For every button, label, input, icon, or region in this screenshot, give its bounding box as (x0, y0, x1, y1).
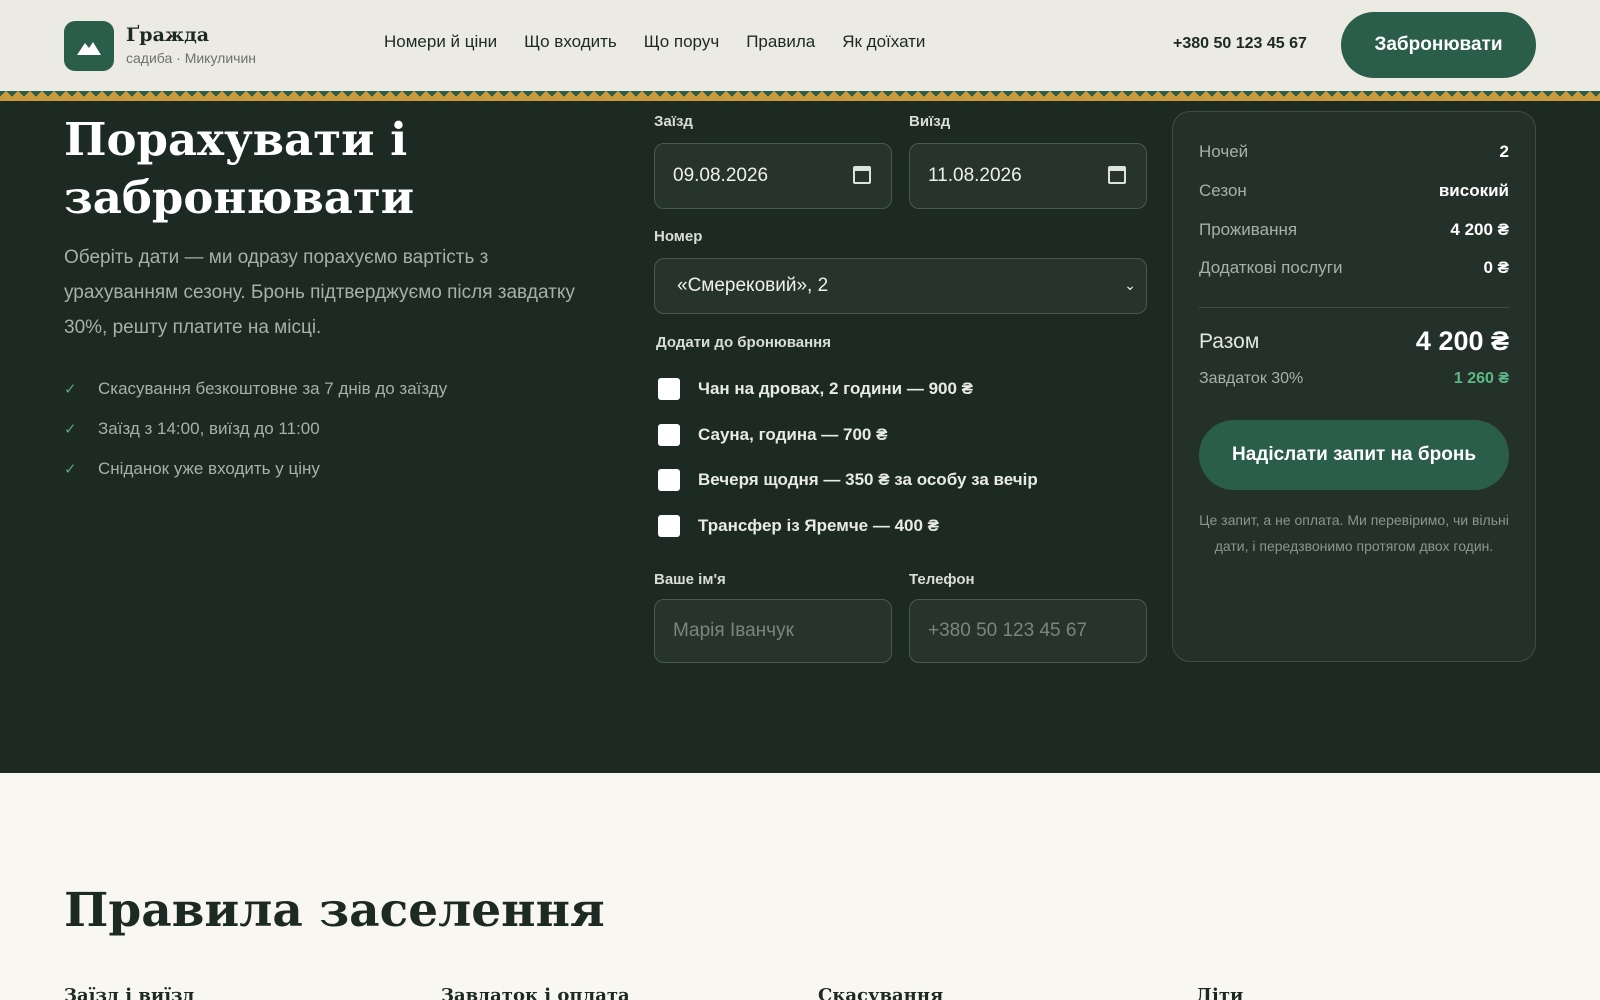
list-item: ✓ Сніданок уже входить у ціну (64, 459, 320, 478)
summary-divider (1199, 307, 1509, 308)
nav-directions[interactable]: Як доїхати (842, 32, 925, 52)
phone-input[interactable]: +380 50 123 45 67 (909, 599, 1147, 663)
rule-col-checkin: Заїзд і виїзд (64, 985, 195, 1000)
nav-rules[interactable]: Правила (746, 32, 815, 52)
room-label: Номер (654, 228, 703, 245)
phone-label: Телефон (909, 571, 975, 588)
checkbox[interactable] (658, 378, 680, 400)
benefits-list: ✓ Скасування безкоштовне за 7 днів до заї… (64, 369, 447, 489)
checkout-date-input[interactable]: 11.08.2026 (909, 143, 1147, 209)
nav-rooms-prices[interactable]: Номери й ціни (384, 32, 497, 52)
summary-extras: Додаткові послуги 0 ₴ (1199, 258, 1509, 277)
summary-stay: Проживання 4 200 ₴ (1199, 220, 1509, 239)
list-item: ✓ Скасування безкоштовне за 7 днів до заї… (64, 379, 448, 398)
rules-title: Правила заселення (64, 883, 605, 938)
logo-mountain-icon[interactable] (64, 21, 114, 71)
price-summary-card: Ночей 2 Сезон високий Проживання 4 200 ₴ До… (1172, 111, 1536, 662)
checkbox[interactable] (658, 469, 680, 491)
room-select[interactable]: «Смерековий», 2 ⌄ (654, 258, 1147, 314)
extras-label: Додати до бронювання (656, 334, 831, 351)
book-button[interactable]: Забронювати (1341, 12, 1536, 78)
check-icon: ✓ (64, 381, 77, 398)
checkout-label: Виїзд (909, 113, 951, 130)
extra-hot-tub[interactable]: Чан на дровах, 2 години — 900 ₴ (658, 378, 973, 400)
calendar-icon[interactable] (853, 166, 871, 184)
checkbox[interactable] (658, 515, 680, 537)
brand-name[interactable]: Ґражда (126, 24, 209, 46)
extra-dinner[interactable]: Вечеря щодня — 350 ₴ за особу за вечір (658, 469, 1038, 491)
extra-sauna[interactable]: Сауна, година — 700 ₴ (658, 424, 887, 446)
checkin-date-input[interactable]: 09.08.2026 (654, 143, 892, 209)
site-header: Ґражда садиба · Микуличин Номери й ціни … (0, 0, 1600, 92)
ornament-divider (0, 91, 1600, 101)
nav-nearby[interactable]: Що поруч (644, 32, 719, 52)
header-phone[interactable]: +380 50 123 45 67 (1173, 35, 1307, 53)
summary-note: Це запит, а не оплата. Ми перевіримо, чи… (1199, 512, 1509, 554)
extra-transfer[interactable]: Трансфер із Яремче — 400 ₴ (658, 515, 939, 537)
checkbox[interactable] (658, 424, 680, 446)
booking-title: Порахувати і забронювати (64, 113, 415, 224)
brand-subtitle: садиба · Микуличин (126, 50, 256, 66)
summary-season: Сезон високий (1199, 181, 1509, 200)
check-icon: ✓ (64, 461, 77, 478)
chevron-down-icon: ⌄ (1124, 277, 1136, 293)
nav-included[interactable]: Що входить (524, 32, 617, 52)
rule-col-children: Діти (1196, 985, 1244, 1000)
calendar-icon[interactable] (1108, 166, 1126, 184)
booking-section: Порахувати і забронювати Оберіть дати — … (0, 101, 1600, 773)
summary-deposit: Завдаток 30% 1 260 ₴ (1199, 370, 1509, 387)
checkin-label: Заїзд (654, 113, 693, 130)
check-icon: ✓ (64, 421, 77, 438)
summary-total: Разом 4 200 ₴ (1199, 326, 1509, 356)
name-label: Ваше ім'я (654, 571, 726, 588)
booking-lead: Оберіть дати — ми одразу порахуємо варті… (64, 247, 575, 338)
send-request-button[interactable]: Надіслати запит на бронь (1199, 420, 1509, 490)
name-input[interactable]: Марія Іванчук (654, 599, 892, 663)
rule-col-payment: Завдаток і оплата (441, 985, 630, 1000)
summary-nights: Ночей 2 (1199, 142, 1509, 161)
main-nav: Номери й ціни Що входить Що поруч Правил… (384, 32, 952, 52)
list-item: ✓ Заїзд з 14:00, виїзд до 11:00 (64, 419, 320, 438)
rule-col-cancel: Скасування (818, 985, 944, 1000)
